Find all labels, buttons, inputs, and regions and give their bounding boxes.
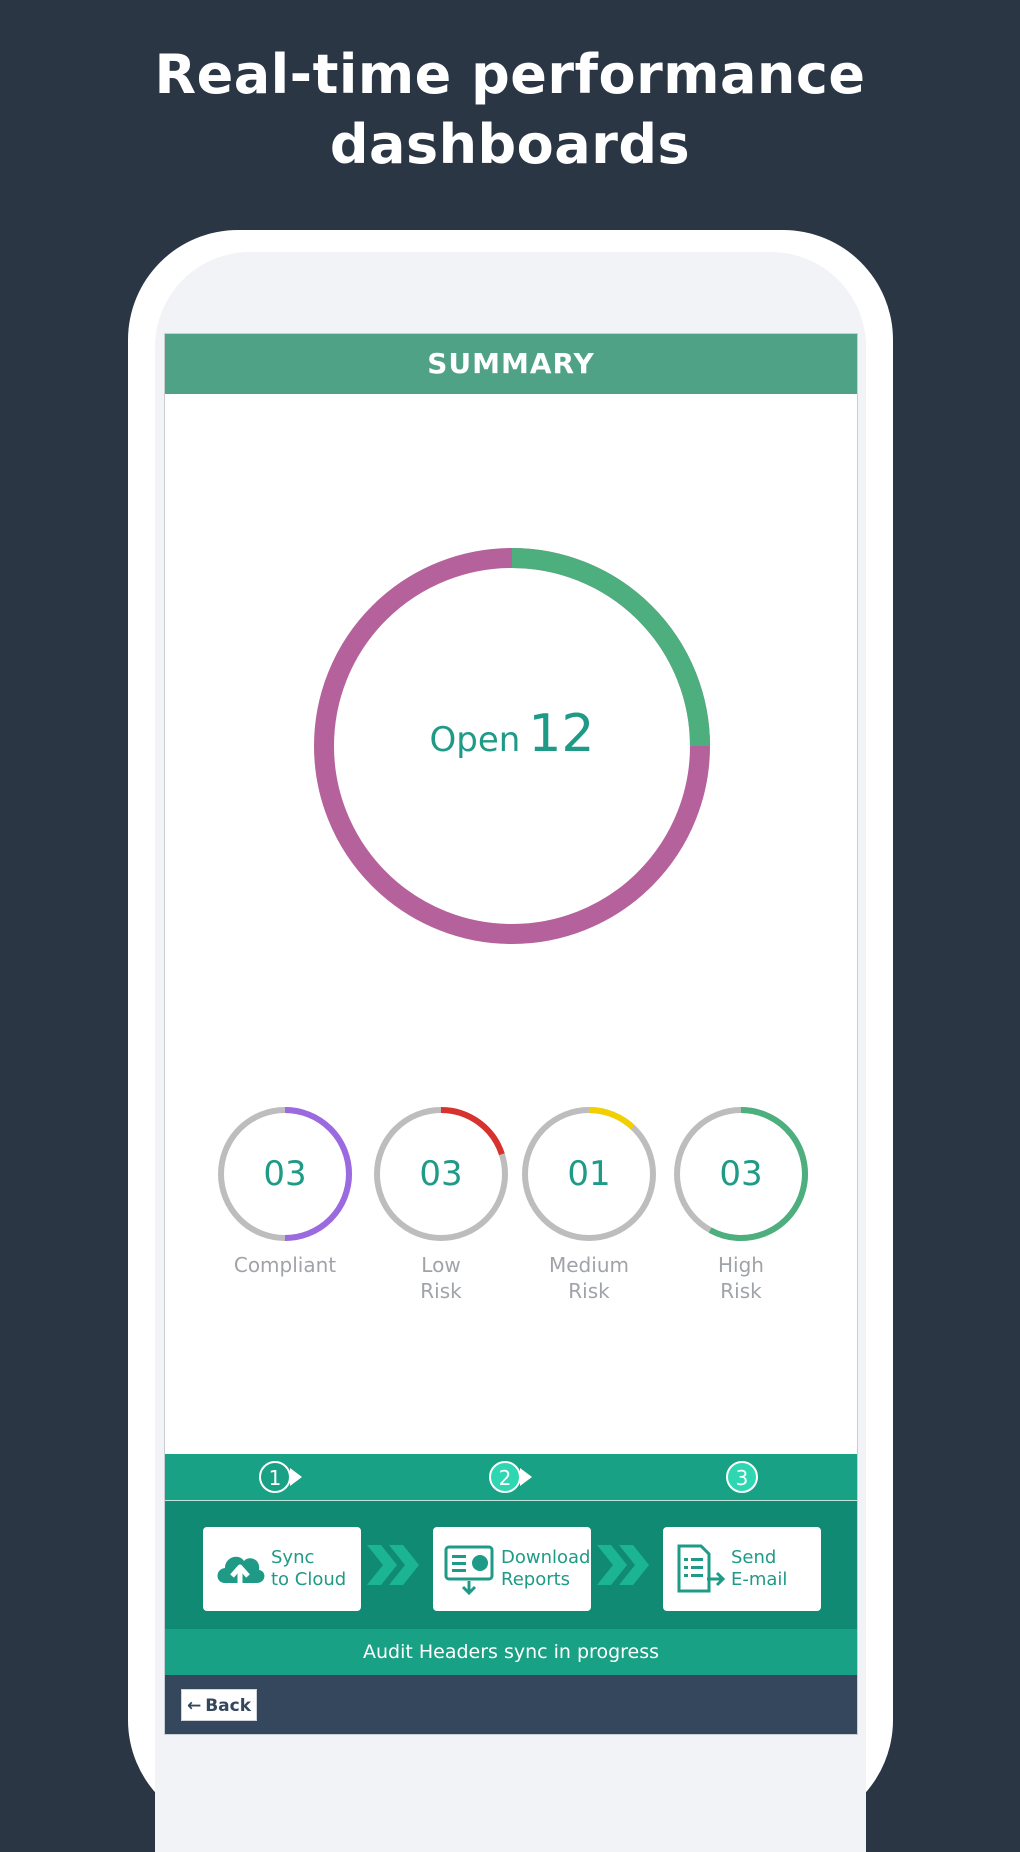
arrow-left-icon: ← [186,1696,202,1716]
stat-label-compliant: Compliant [233,1253,337,1277]
sync-status-text: Audit Headers sync in progress [165,1629,857,1675]
document-send-icon [677,1544,726,1593]
open-count-label: Open 12 [312,704,712,764]
send-email-button[interactable]: Send E-mail [663,1527,821,1611]
back-label: Back [205,1696,252,1716]
headline-line-1: Real-time performance [154,43,866,106]
stat-label-medium-risk: Medium Risk [549,1253,629,1303]
step-2-badge: 2 [489,1461,521,1493]
back-button[interactable]: ← Back [181,1689,257,1721]
step-3-badge: 3 [726,1461,758,1493]
open-word: Open [429,720,521,760]
stat-compliant[interactable]: 03 Compliant [215,1104,355,1278]
headline: Real-time performance dashboards [0,40,1020,180]
steps-indicator: 1 2 3 [165,1454,857,1501]
sync-to-cloud-button[interactable]: Sync to Cloud [203,1527,361,1611]
stat-value-medium-risk: 01 [567,1154,611,1194]
stat-label-high-risk: High Risk [718,1253,764,1303]
report-download-icon [444,1545,494,1596]
stat-high-risk[interactable]: 03 High Risk [671,1104,811,1304]
step-1-arrow-icon [290,1468,302,1486]
action-steps: Sync to Cloud Download Reports Send E-ma… [165,1501,857,1629]
chevrons-icon [367,1545,419,1585]
stat-low-risk[interactable]: 03 Low Risk [371,1104,511,1304]
headline-line-2: dashboards [329,113,691,176]
download-reports-label: Download Reports [501,1547,591,1590]
open-number: 12 [528,704,595,764]
stat-value-high-risk: 03 [719,1154,763,1194]
sync-to-cloud-label: Sync to Cloud [271,1547,347,1590]
stat-medium-risk[interactable]: 01 Medium Risk [519,1104,659,1304]
stat-value-compliant: 03 [263,1154,307,1194]
footer-bar: ← Back [165,1675,857,1734]
stat-value-low-risk: 03 [419,1154,463,1194]
step-2-arrow-icon [520,1468,532,1486]
chevrons-icon-2 [597,1545,649,1585]
cloud-upload-icon [217,1556,265,1587]
step-1-badge: 1 [259,1461,291,1493]
stat-label-low-risk: Low Risk [420,1253,462,1303]
send-email-label: Send E-mail [731,1547,788,1590]
app-screen: SUMMARY Open 12 03 Compliant 03 Low Risk … [164,333,858,1735]
download-reports-button[interactable]: Download Reports [433,1527,591,1611]
summary-header: SUMMARY [165,334,857,394]
